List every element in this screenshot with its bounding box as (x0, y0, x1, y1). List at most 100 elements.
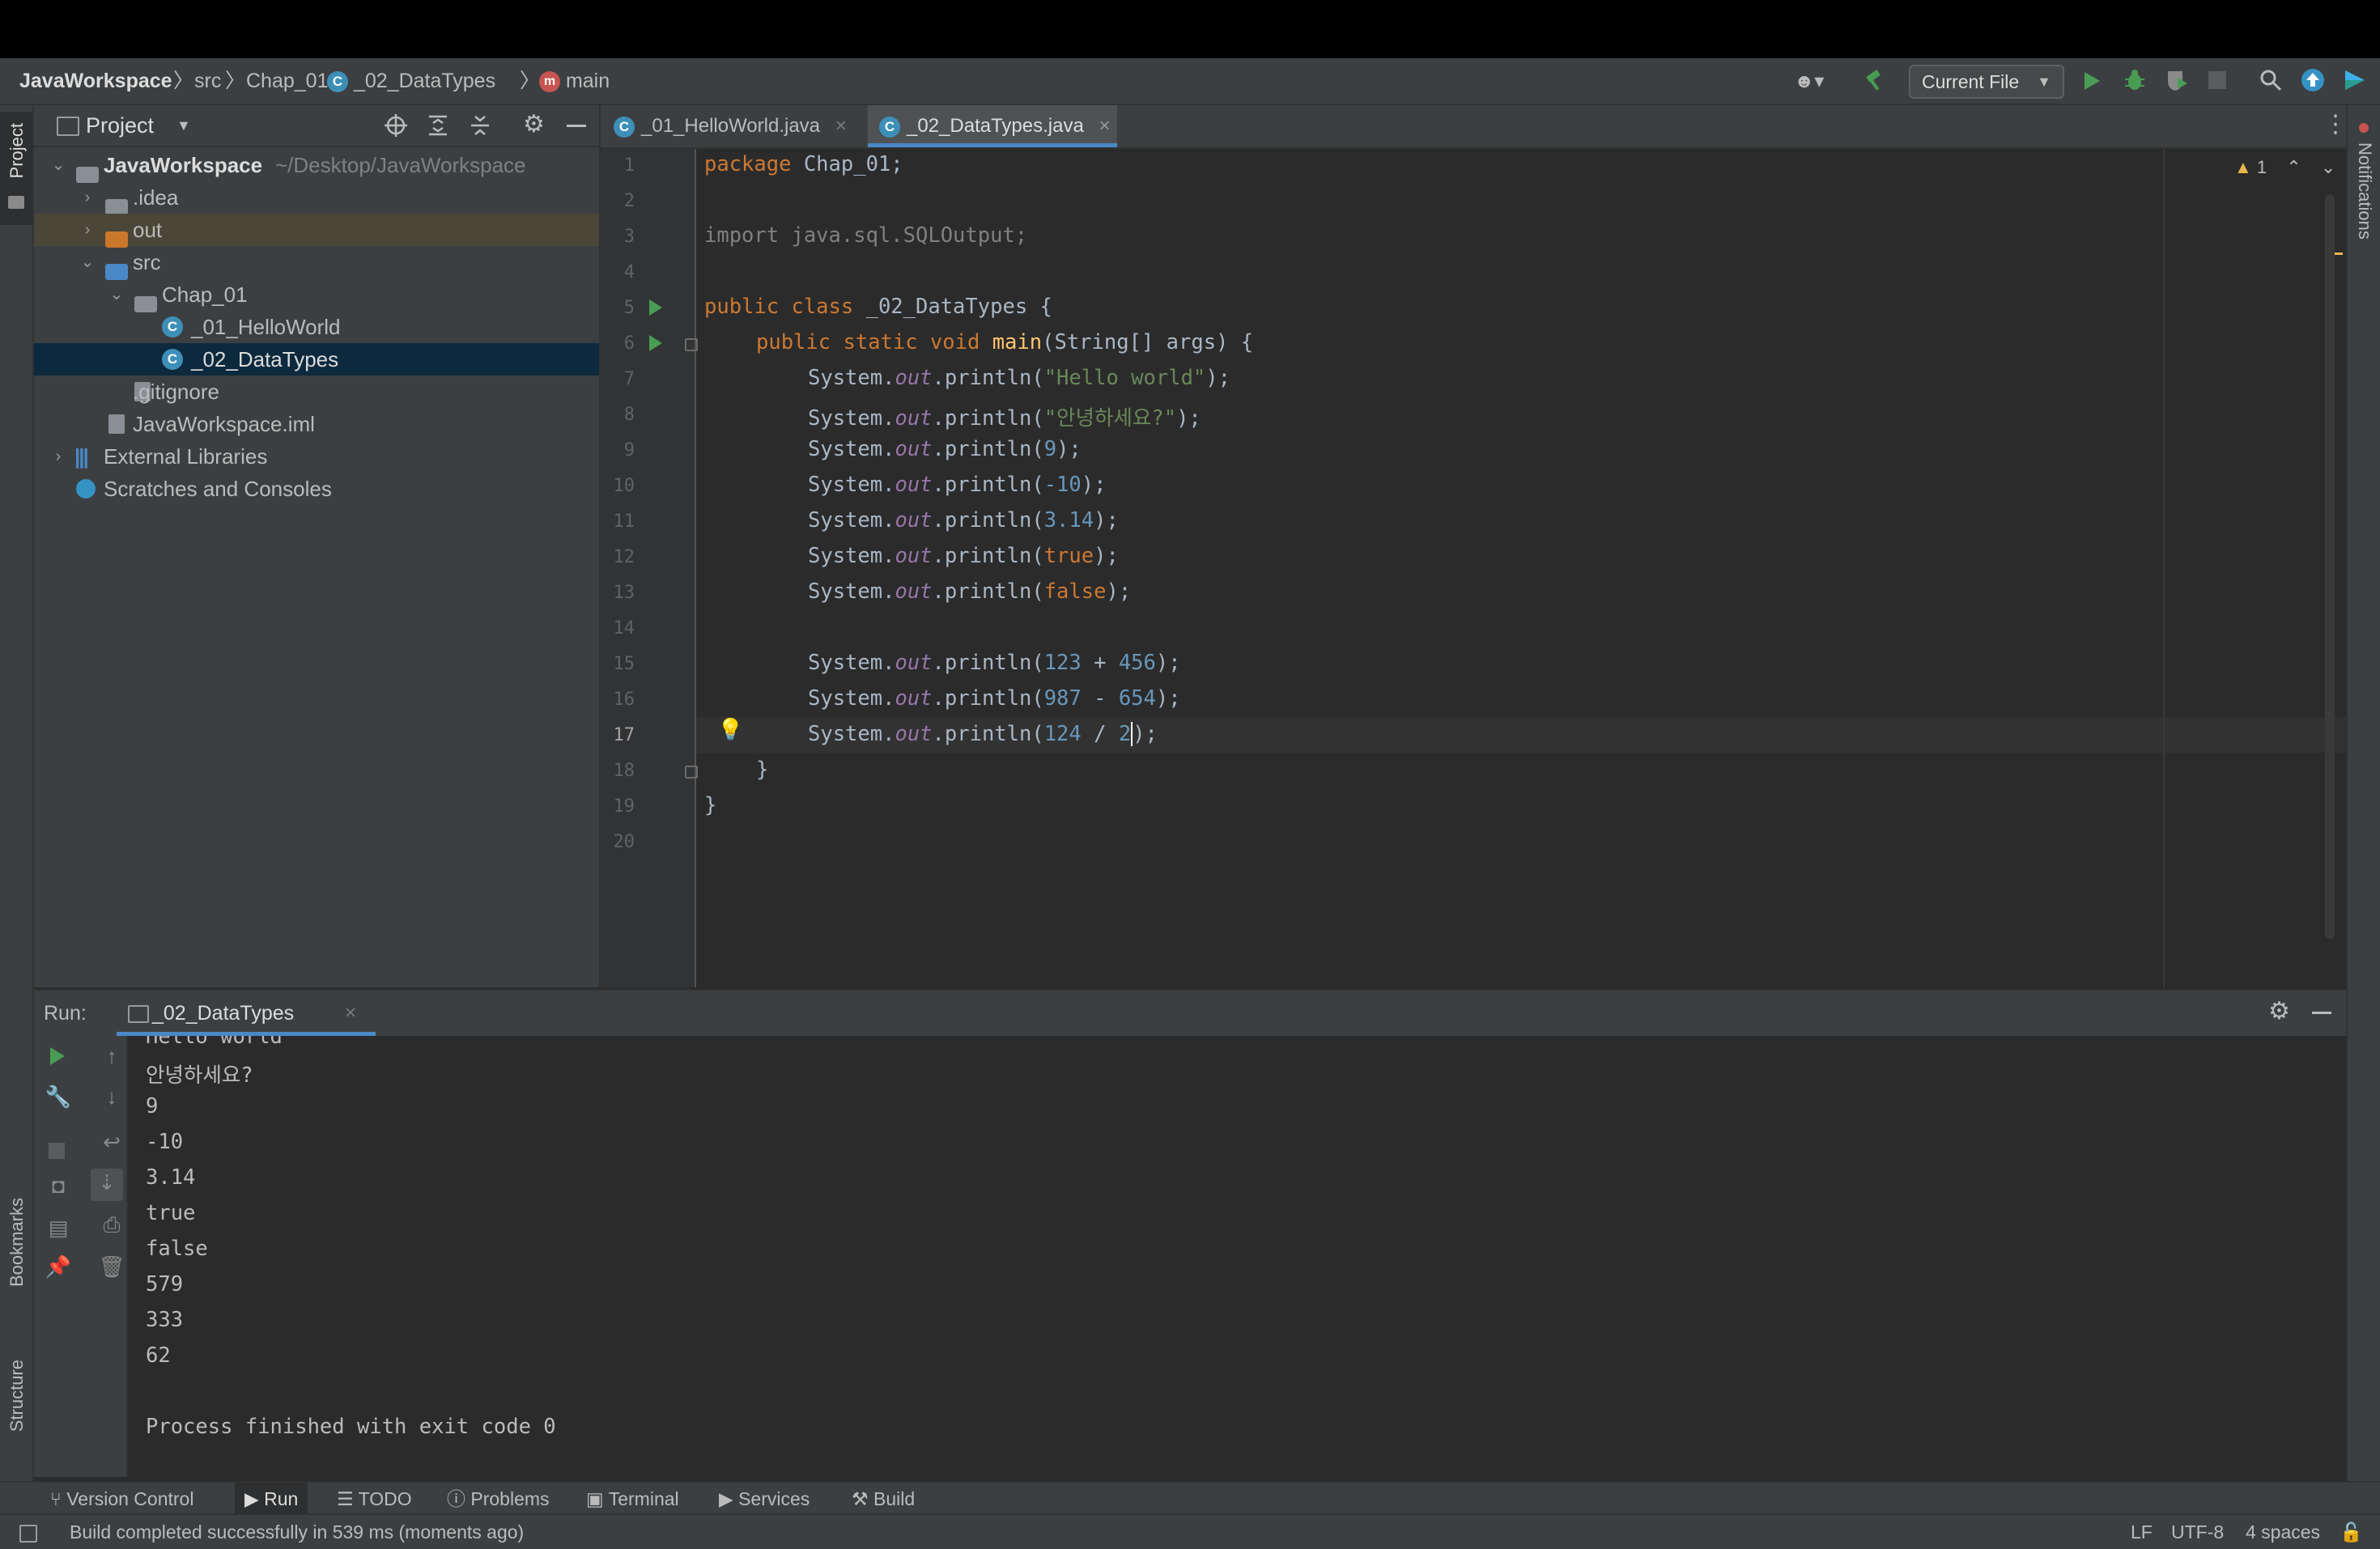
stop-icon[interactable] (49, 1143, 65, 1159)
tree-item-scratches[interactable]: Scratches and Consoles (34, 473, 599, 505)
structure-tool-button[interactable]: Structure (0, 1352, 32, 1481)
notifications-tool-label[interactable]: Notifications (2354, 142, 2375, 240)
run-icon[interactable] (2080, 70, 2103, 92)
tree-item-src[interactable]: ⌄ src (34, 246, 599, 281)
tree-item-label: Scratches and Consoles (104, 477, 332, 501)
minimize-icon[interactable] (2312, 1012, 2331, 1014)
code-editor[interactable]: 1 2 3 4 5 6 7 8 9 10 11 12 13 14 15 16 1… (601, 149, 2346, 987)
tree-item-idea[interactable]: › .idea (34, 181, 599, 216)
tool-button-label: TODO (358, 1488, 412, 1509)
inspection-widget[interactable]: ▲ 1 ⌃ ⌄ (2234, 157, 2335, 178)
notification-bell-icon[interactable] (2359, 123, 2369, 133)
class-icon: C (879, 116, 900, 138)
code-token: System. (808, 686, 895, 711)
breadcrumb-method[interactable]: m main (539, 58, 610, 104)
chevron-down-icon[interactable]: ▼ (176, 105, 191, 146)
close-icon[interactable]: × (345, 991, 356, 1036)
line-separator-indicator[interactable]: LF (2131, 1515, 2153, 1549)
debug-icon[interactable] (2123, 68, 2147, 92)
code-token: .println( (932, 579, 1044, 604)
run-class-icon[interactable] (649, 299, 662, 316)
update-icon[interactable] (2301, 68, 2325, 92)
code-line: public static void main(String[] args) { (756, 330, 1253, 354)
chevron-down-icon[interactable]: ⌄ (2321, 157, 2335, 177)
user-icon[interactable]: ☻▾ (1794, 70, 1824, 93)
jetbrains-toolbox-icon[interactable] (2343, 68, 2367, 92)
code-token: out (895, 579, 933, 604)
chevron-right-icon: › (84, 189, 91, 206)
project-panel-header: Project ▼ ⚙ (34, 105, 599, 147)
coverage-icon[interactable] (2165, 68, 2189, 92)
run-tab[interactable]: _02_DataTypes × (117, 991, 376, 1036)
code-token: .println( (932, 722, 1044, 746)
pin-icon[interactable]: 📌 (42, 1254, 74, 1280)
lock-icon[interactable]: 🔓 (2340, 1515, 2363, 1549)
problems-tool-button[interactable]: ⓘ Problems (447, 1483, 550, 1515)
editor-scrollbar[interactable] (2325, 194, 2335, 939)
run-config-label: Current File (1922, 71, 2020, 92)
code-token: System. (808, 437, 895, 461)
more-options-icon[interactable]: ⋮ (2323, 110, 2348, 138)
project-tool-button[interactable]: Project (0, 112, 32, 225)
gear-icon[interactable]: ⚙ (523, 110, 545, 138)
locate-target-icon[interactable] (384, 113, 408, 138)
console-output[interactable]: Hello world 안녕하세요? 9 -10 3.14 true false… (128, 1036, 2346, 1477)
build-tool-button[interactable]: ⚒ Build (852, 1483, 915, 1515)
tree-item-gitignore[interactable]: .gitignore (34, 376, 599, 408)
lightbulb-icon[interactable]: 💡 (717, 717, 743, 742)
run-config-select[interactable]: Current File ▼ (1909, 65, 2064, 99)
fold-icon[interactable] (685, 766, 698, 779)
bookmarks-tool-button[interactable]: Bookmarks (0, 1190, 32, 1319)
breadcrumb-class[interactable]: C _02_DataTypes (327, 58, 495, 104)
minimize-icon[interactable] (567, 125, 586, 127)
services-tool-button[interactable]: ▶ Services (719, 1483, 810, 1515)
stop-icon[interactable] (2208, 71, 2226, 89)
camera-icon[interactable]: ◘ (42, 1173, 74, 1199)
code-line: public class _02_DataTypes { (704, 295, 1052, 319)
search-icon[interactable] (2259, 68, 2283, 92)
tree-item-iml[interactable]: JavaWorkspace.iml (34, 408, 599, 440)
encoding-indicator[interactable]: UTF-8 (2171, 1515, 2224, 1549)
indent-indicator[interactable]: 4 spaces (2246, 1515, 2320, 1549)
breadcrumb-src[interactable]: src (194, 58, 221, 104)
tree-item-out[interactable]: › out (34, 214, 599, 248)
layout-icon[interactable]: ▤ (42, 1216, 74, 1241)
tab-helloworld[interactable]: C _01_HelloWorld.java × (614, 105, 858, 147)
scroll-to-end-button[interactable]: ⇣ (91, 1169, 123, 1201)
expand-all-icon[interactable] (426, 113, 450, 138)
project-panel-title[interactable]: Project (86, 105, 154, 146)
print-icon[interactable]: ⎙ (96, 1212, 128, 1238)
services-icon: ▶ (719, 1488, 739, 1509)
trash-icon[interactable]: 🗑 (96, 1254, 128, 1280)
chevron-up-icon[interactable]: ⌃ (2286, 157, 2301, 177)
run-tool-button[interactable]: ▶ Run (235, 1483, 308, 1515)
arrow-up-icon[interactable]: ↑ (96, 1044, 128, 1069)
soft-wrap-icon[interactable]: ↩ (96, 1130, 128, 1155)
breadcrumb-package[interactable]: Chap_01 (246, 58, 328, 104)
tree-item-datatypes[interactable]: C _02_DataTypes (34, 343, 599, 376)
tab-datatypes[interactable]: C _02_DataTypes.java × (868, 105, 1117, 147)
fold-icon[interactable] (685, 338, 698, 351)
build-hammer-icon[interactable] (1864, 70, 1886, 92)
line-number: 6 (623, 333, 635, 354)
tree-item-helloworld[interactable]: C _01_HelloWorld (34, 311, 599, 343)
arrow-down-icon[interactable]: ↓ (96, 1084, 128, 1110)
version-control-tool-button[interactable]: ⑂ Version Control (50, 1483, 193, 1515)
rerun-icon[interactable] (47, 1046, 68, 1067)
wrench-icon[interactable]: 🔧 (42, 1084, 74, 1110)
close-icon[interactable]: × (1099, 115, 1110, 137)
toggle-tool-windows-icon[interactable] (19, 1525, 37, 1543)
run-main-icon[interactable] (649, 335, 662, 351)
line-number: 4 (623, 262, 635, 282)
tree-item-external-libraries[interactable]: › ||| External Libraries (34, 440, 599, 473)
collapse-all-icon[interactable] (468, 113, 492, 138)
close-icon[interactable]: × (835, 115, 847, 137)
tree-item-package[interactable]: ⌄ Chap_01 (34, 278, 599, 313)
todo-tool-button[interactable]: ☰ TODO (337, 1483, 412, 1515)
tree-item-project-root[interactable]: ⌄ JavaWorkspace ~/Desktop/JavaWorkspace (34, 149, 599, 184)
gear-icon[interactable]: ⚙ (2268, 997, 2290, 1025)
status-message[interactable]: Build completed successfully in 539 ms (… (70, 1515, 524, 1549)
breadcrumb-project[interactable]: JavaWorkspace (19, 58, 172, 104)
code-token: ); (1176, 406, 1201, 431)
terminal-tool-button[interactable]: ▣ Terminal (586, 1483, 679, 1515)
